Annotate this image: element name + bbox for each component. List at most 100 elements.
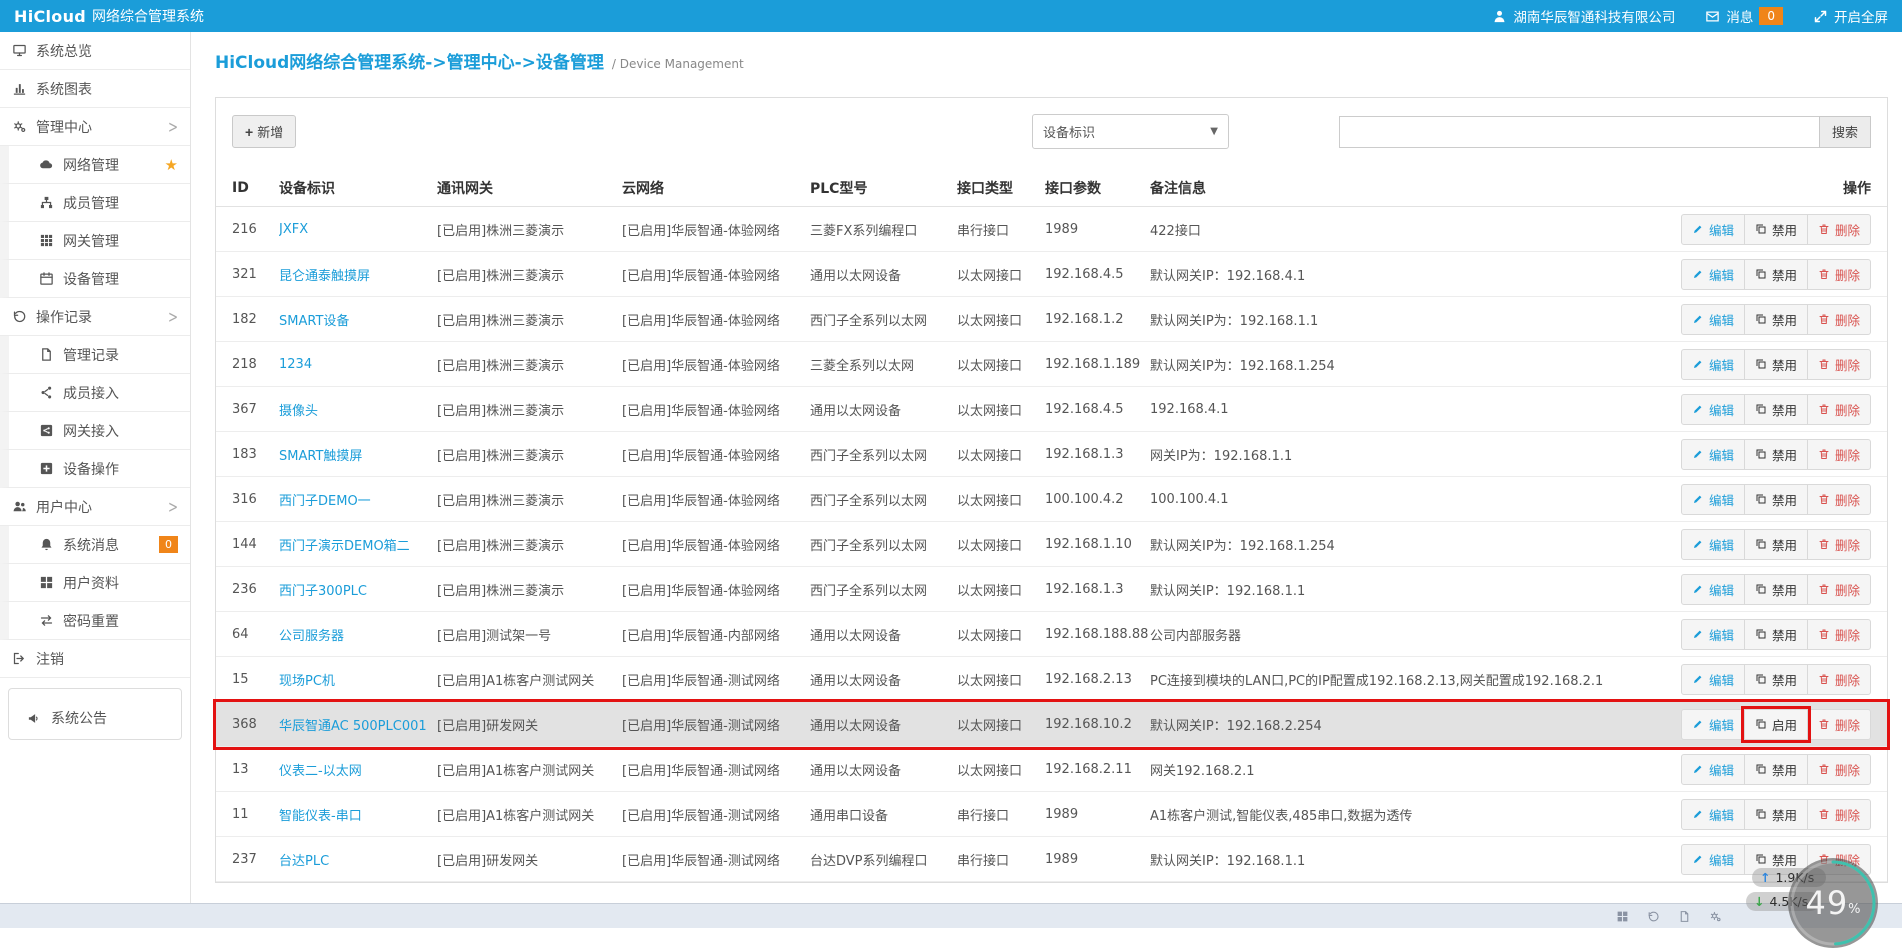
device-link[interactable]: 西门子300PLC xyxy=(279,584,367,599)
sidebar-item-gateway-access[interactable]: 网关接入 xyxy=(0,412,190,450)
disable-button[interactable]: 禁用 xyxy=(1743,438,1808,470)
sidebar-item-logout[interactable]: 注销 xyxy=(0,640,190,678)
edit-button[interactable]: 编辑 xyxy=(1680,438,1745,470)
sidebar-item-network-management[interactable]: 网络管理 ★ xyxy=(0,146,190,184)
statusbar-file-icon[interactable] xyxy=(1678,910,1691,923)
disable-button[interactable]: 禁用 xyxy=(1743,528,1808,560)
disable-button[interactable]: 禁用 xyxy=(1743,798,1808,830)
edit-button[interactable]: 编辑 xyxy=(1680,213,1745,245)
device-link[interactable]: 公司服务器 xyxy=(279,629,344,644)
device-link[interactable]: 西门子演示DEMO箱二 xyxy=(279,539,410,554)
cell-id: 11 xyxy=(232,806,249,822)
sidebar-item-system-announcement[interactable]: 系统公告 xyxy=(15,703,175,733)
statusbar-history-icon[interactable] xyxy=(1647,910,1660,923)
disable-button[interactable]: 禁用 xyxy=(1743,348,1808,380)
sidebar-item-operation-records[interactable]: 操作记录 > xyxy=(0,298,190,336)
sidebar-item-password-reset[interactable]: 密码重置 xyxy=(0,602,190,640)
device-link[interactable]: 仪表二-以太网 xyxy=(279,764,362,779)
statusbar-grid-icon[interactable] xyxy=(1616,910,1629,923)
delete-button[interactable]: 删除 xyxy=(1806,663,1871,695)
edit-button[interactable]: 编辑 xyxy=(1680,573,1745,605)
trash-icon xyxy=(1818,763,1830,775)
sidebar-item-device-operation[interactable]: 设备操作 xyxy=(0,450,190,488)
delete-button[interactable]: 删除 xyxy=(1806,393,1871,425)
delete-button[interactable]: 删除 xyxy=(1806,708,1871,740)
table-row-device-64: 64 公司服务器 [已启用]测试架一号 [已启用]华辰智通-内部网络 通用以太网设备 以太… xyxy=(216,612,1887,657)
device-link[interactable]: 智能仪表-串口 xyxy=(279,809,362,824)
disable-button[interactable]: 禁用 xyxy=(1743,573,1808,605)
edit-button[interactable]: 编辑 xyxy=(1680,708,1745,740)
disable-button[interactable]: 禁用 xyxy=(1743,393,1808,425)
fullscreen-toggle[interactable]: 开启全屏 xyxy=(1813,6,1888,26)
edit-button[interactable]: 编辑 xyxy=(1680,843,1745,875)
delete-button[interactable]: 删除 xyxy=(1806,303,1871,335)
sidebar-item-system-messages[interactable]: 系统消息 0 xyxy=(0,526,190,564)
sidebar-item-gateway-management[interactable]: 网关管理 xyxy=(0,222,190,260)
sidebar-item-device-management[interactable]: 设备管理 xyxy=(0,260,190,298)
sidebar-item-system-charts[interactable]: 系统图表 xyxy=(0,70,190,108)
edit-button[interactable]: 编辑 xyxy=(1680,618,1745,650)
company-menu[interactable]: 湖南华辰智通科技有限公司 xyxy=(1492,6,1675,26)
device-link[interactable]: SMART设备 xyxy=(279,314,349,329)
device-link[interactable]: 现场PC机 xyxy=(279,674,335,689)
add-device-button[interactable]: + 新增 xyxy=(232,115,297,148)
sidebar-item-member-access[interactable]: 成员接入 xyxy=(0,374,190,412)
share-square-icon xyxy=(39,423,54,438)
device-link[interactable]: 西门子DEMO一 xyxy=(279,494,371,509)
sidebar-item-user-profile[interactable]: 用户资料 xyxy=(0,564,190,602)
device-link[interactable]: JXFX xyxy=(279,222,308,237)
disable-button[interactable]: 禁用 xyxy=(1743,483,1808,515)
caret-down-icon: ▼ xyxy=(1210,126,1218,137)
delete-button[interactable]: 删除 xyxy=(1806,798,1871,830)
cell-remark: 默认网关IP：192.168.2.254 xyxy=(1150,718,1322,734)
network-usage-widget[interactable]: 49 % xyxy=(1788,858,1878,948)
device-link[interactable]: 台达PLC xyxy=(279,854,329,869)
edit-button[interactable]: 编辑 xyxy=(1680,798,1745,830)
device-link[interactable]: SMART触摸屏 xyxy=(279,449,362,464)
disable-button[interactable]: 禁用 xyxy=(1743,258,1808,290)
sidebar-item-label: 设备操作 xyxy=(63,461,119,478)
edit-button[interactable]: 编辑 xyxy=(1680,303,1745,335)
messages-menu[interactable]: 消息 0 xyxy=(1705,6,1783,26)
edit-button[interactable]: 编辑 xyxy=(1680,753,1745,785)
cell-device-name: 公司服务器 xyxy=(279,625,437,644)
delete-button[interactable]: 删除 xyxy=(1806,753,1871,785)
edit-button[interactable]: 编辑 xyxy=(1680,528,1745,560)
statusbar-gear-icon[interactable] xyxy=(1709,910,1722,923)
delete-button[interactable]: 删除 xyxy=(1806,258,1871,290)
device-link[interactable]: 华辰智通AC 500PLC001 xyxy=(279,719,427,734)
edit-button[interactable]: 编辑 xyxy=(1680,483,1745,515)
delete-button[interactable]: 删除 xyxy=(1806,213,1871,245)
edit-button[interactable]: 编辑 xyxy=(1680,348,1745,380)
cell-device-name: 西门子DEMO一 xyxy=(279,490,437,509)
device-link[interactable]: 1234 xyxy=(279,357,312,372)
disable-button[interactable]: 禁用 xyxy=(1743,753,1808,785)
cell-remark: 默认网关IP为：192.168.1.1 xyxy=(1150,313,1319,329)
edit-button[interactable]: 编辑 xyxy=(1680,663,1745,695)
delete-button[interactable]: 删除 xyxy=(1806,348,1871,380)
sidebar-item-user-center[interactable]: 用户中心 > xyxy=(0,488,190,526)
device-link[interactable]: 摄像头 xyxy=(279,404,318,419)
sidebar-item-member-management[interactable]: 成员管理 xyxy=(0,184,190,222)
device-link[interactable]: 昆仑通泰触摸屏 xyxy=(279,269,370,284)
cell-actions: 编辑禁用删除 xyxy=(1620,258,1871,290)
disable-button[interactable]: 禁用 xyxy=(1743,663,1808,695)
sidebar-item-management-records[interactable]: 管理记录 xyxy=(0,336,190,374)
delete-button[interactable]: 删除 xyxy=(1806,438,1871,470)
edit-button[interactable]: 编辑 xyxy=(1680,258,1745,290)
column-header-1: 设备标识 xyxy=(279,180,335,197)
edit-button[interactable]: 编辑 xyxy=(1680,393,1745,425)
search-button[interactable]: 搜索 xyxy=(1818,115,1871,148)
filter-field-select[interactable]: 设备标识 ▼ xyxy=(1031,114,1229,149)
delete-button[interactable]: 删除 xyxy=(1806,528,1871,560)
sidebar-item-system-overview[interactable]: 系统总览 xyxy=(0,32,190,70)
disable-button[interactable]: 禁用 xyxy=(1743,303,1808,335)
disable-button[interactable]: 禁用 xyxy=(1743,618,1808,650)
sidebar-item-management-center[interactable]: 管理中心 > xyxy=(0,108,190,146)
search-input[interactable] xyxy=(1338,115,1819,148)
delete-button[interactable]: 删除 xyxy=(1806,618,1871,650)
delete-button[interactable]: 删除 xyxy=(1806,483,1871,515)
enable-button[interactable]: 启用 xyxy=(1743,708,1808,740)
delete-button[interactable]: 删除 xyxy=(1806,573,1871,605)
disable-button[interactable]: 禁用 xyxy=(1743,213,1808,245)
